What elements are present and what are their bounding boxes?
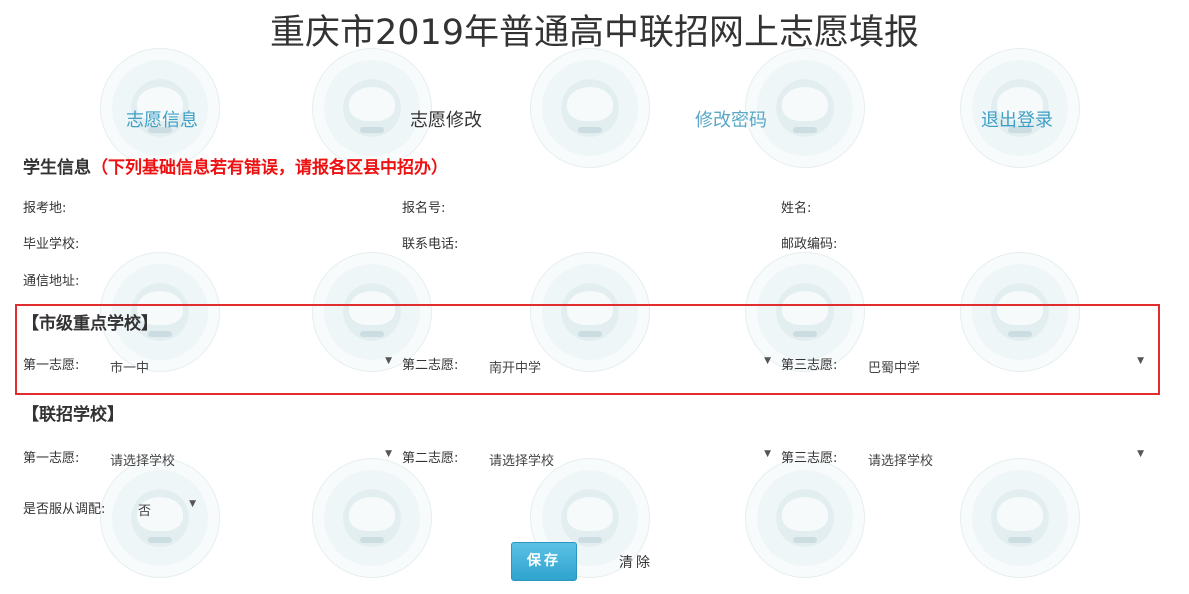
chevron-down-icon: ▼ — [385, 356, 392, 366]
exam-location-label: 报考地: — [23, 201, 67, 216]
joint-first-choice-label: 第一志愿: — [23, 451, 80, 466]
key-second-choice-value: 南开中学 — [489, 361, 542, 376]
chevron-down-icon: ▼ — [764, 356, 771, 366]
nav-logout[interactable]: 退出登录 — [981, 106, 1053, 132]
key-first-choice-select[interactable]: 市一中 ▼ — [110, 353, 392, 376]
joint-schools-title: 【联招学校】 — [22, 405, 124, 425]
chevron-down-icon: ▼ — [1137, 356, 1144, 366]
mailing-address-label: 通信地址: — [23, 274, 80, 289]
student-info-warning: （下列基础信息若有错误，请报各区县中招办） — [91, 158, 448, 178]
chevron-down-icon: ▼ — [189, 499, 196, 509]
nav-volunteer-info[interactable]: 志愿信息 — [126, 106, 198, 132]
key-second-choice-select[interactable]: 南开中学 ▼ — [489, 353, 771, 376]
student-info-title: 学生信息 — [23, 158, 91, 178]
joint-second-choice-value: 请选择学校 — [489, 454, 555, 469]
name-label: 姓名: — [781, 201, 812, 216]
joint-second-choice-label: 第二志愿: — [402, 451, 459, 466]
graduation-school-label: 毕业学校: — [23, 237, 80, 252]
student-info-heading: 学生信息（下列基础信息若有错误，请报各区县中招办） — [23, 153, 448, 178]
key-third-choice-value: 巴蜀中学 — [868, 361, 921, 376]
key-third-choice-select[interactable]: 巴蜀中学 ▼ — [868, 353, 1144, 376]
highlight-box — [15, 304, 1160, 395]
watermark-logo — [745, 458, 865, 578]
save-button[interactable]: 保存 — [511, 542, 577, 581]
joint-third-choice-value: 请选择学校 — [868, 454, 934, 469]
key-schools-title: 【市级重点学校】 — [22, 314, 158, 334]
page-title: 重庆市2019年普通高中联招网上志愿填报 — [269, 13, 920, 53]
key-first-choice-label: 第一志愿: — [23, 358, 80, 373]
chevron-down-icon: ▼ — [385, 449, 392, 459]
watermark-logo — [100, 458, 220, 578]
clear-button[interactable]: 清除 — [619, 552, 653, 572]
chevron-down-icon: ▼ — [1137, 449, 1144, 459]
joint-third-choice-select[interactable]: 请选择学校 ▼ — [868, 446, 1144, 469]
nav-change-password[interactable]: 修改密码 — [695, 106, 767, 132]
registration-number-label: 报名号: — [402, 201, 446, 216]
joint-first-choice-value: 请选择学校 — [110, 454, 176, 469]
key-second-choice-label: 第二志愿: — [402, 358, 459, 373]
watermark-logo — [312, 458, 432, 578]
watermark-logo — [530, 48, 650, 168]
watermark-logo — [960, 458, 1080, 578]
joint-third-choice-label: 第三志愿: — [781, 451, 838, 466]
adjust-label: 是否服从调配: — [23, 502, 106, 517]
chevron-down-icon: ▼ — [764, 449, 771, 459]
key-third-choice-label: 第三志愿: — [781, 358, 838, 373]
nav-volunteer-edit[interactable]: 志愿修改 — [410, 106, 482, 132]
joint-first-choice-select[interactable]: 请选择学校 ▼ — [110, 446, 392, 469]
adjust-value: 否 — [138, 504, 152, 519]
phone-label: 联系电话: — [402, 237, 459, 252]
adjust-select[interactable]: 否 ▼ — [138, 496, 196, 519]
key-first-choice-value: 市一中 — [110, 361, 150, 376]
postal-code-label: 邮政编码: — [781, 237, 838, 252]
joint-second-choice-select[interactable]: 请选择学校 ▼ — [489, 446, 771, 469]
